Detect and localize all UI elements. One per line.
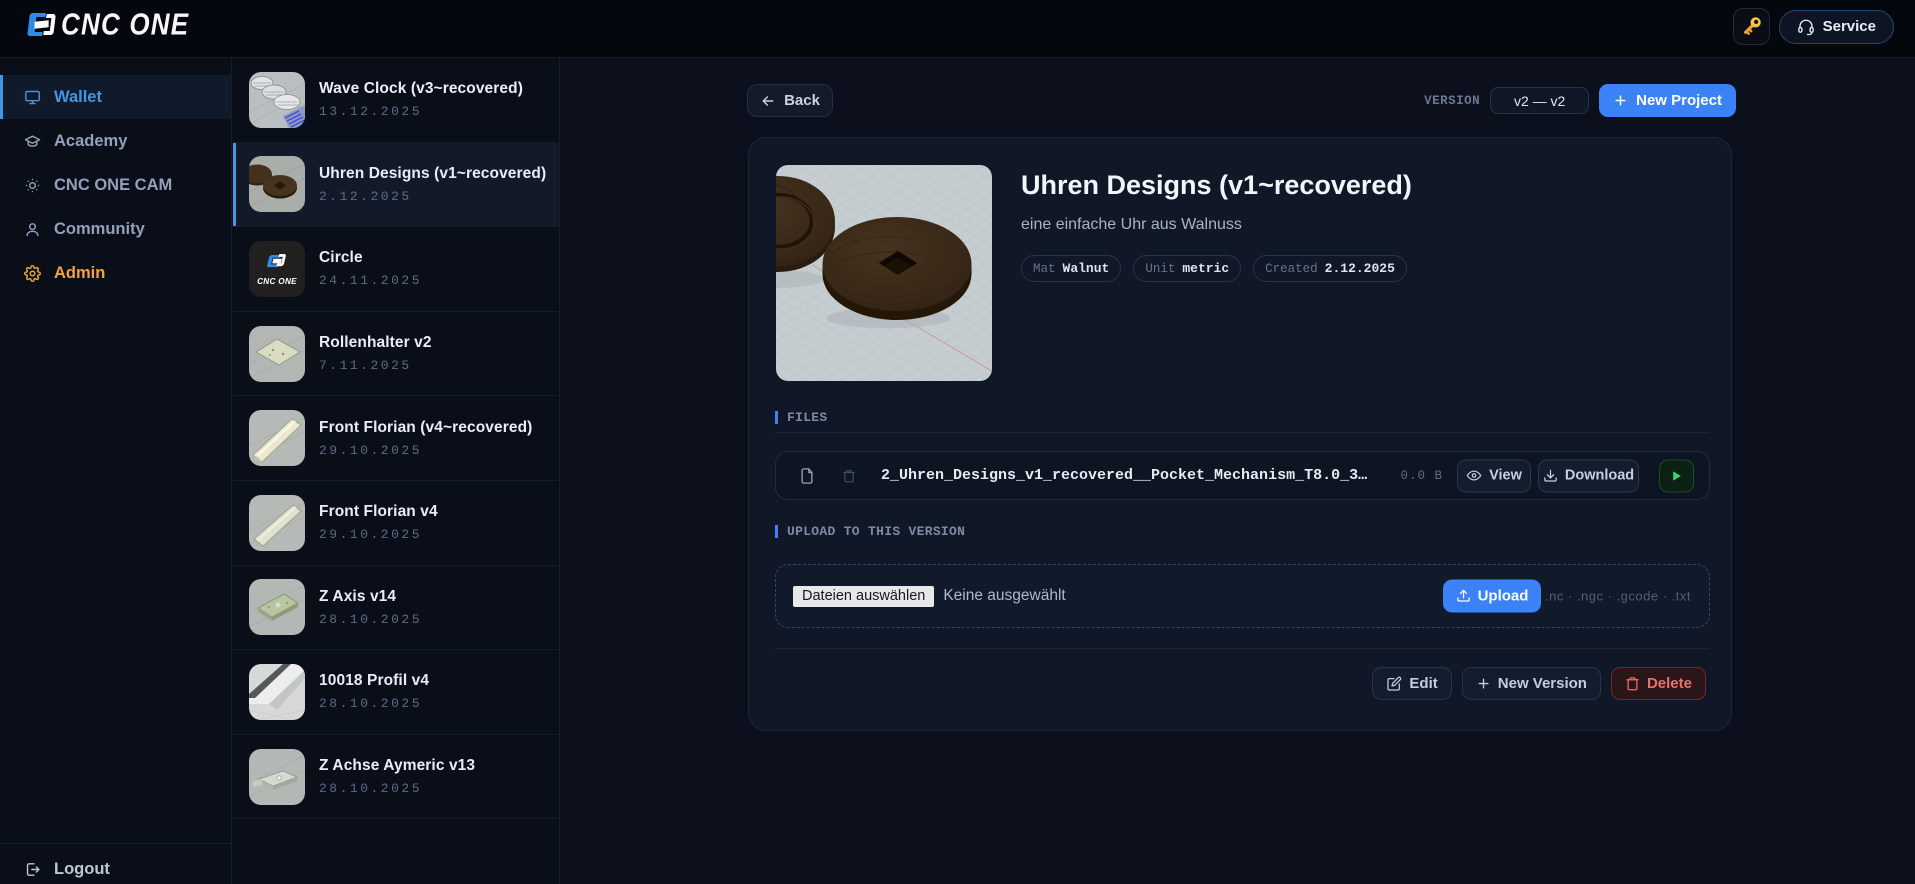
svg-text:CNC ONE: CNC ONE [257,277,297,286]
